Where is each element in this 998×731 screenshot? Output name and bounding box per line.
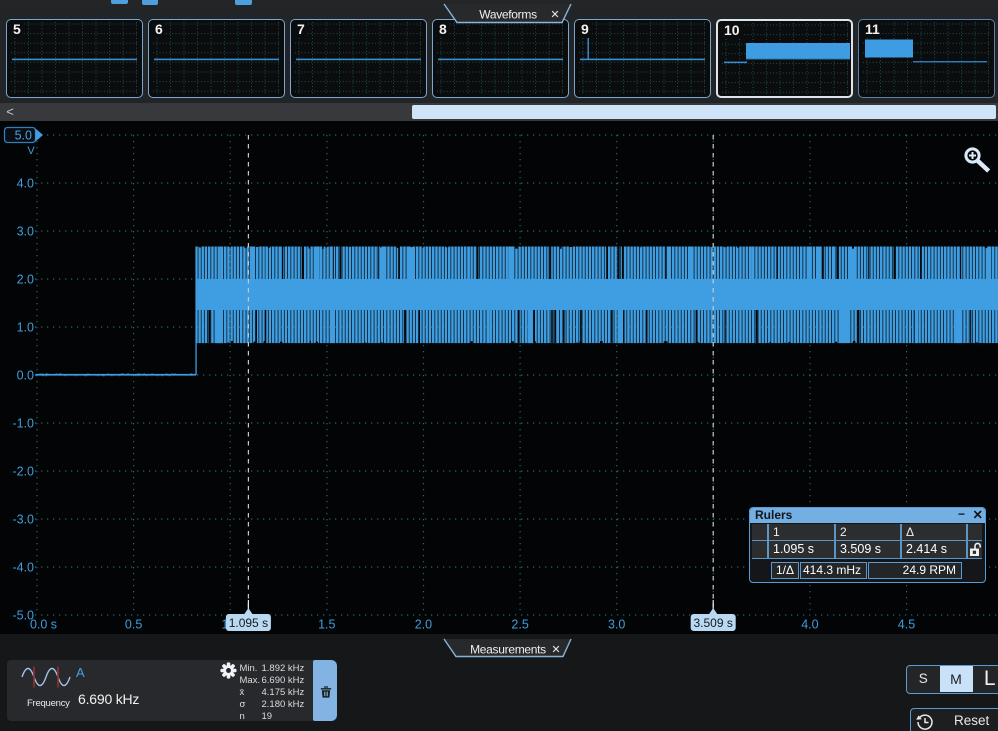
svg-text:0.0: 0.0 [17,369,34,383]
svg-text:Measurements: Measurements [470,643,546,657]
svg-text:3.509 s: 3.509 s [694,616,733,630]
svg-text:✕: ✕ [551,644,560,656]
svg-text:4.0: 4.0 [801,618,818,632]
svg-text:0.0 s: 0.0 s [30,618,57,632]
svg-text:-1.0: -1.0 [12,417,34,431]
svg-text:Waveforms: Waveforms [479,8,537,22]
svg-text:2.0: 2.0 [415,618,432,632]
svg-text:3.0: 3.0 [17,225,34,239]
svg-text:1.5: 1.5 [318,618,335,632]
svg-text:3.0: 3.0 [608,618,625,632]
svg-text:5.0: 5.0 [15,129,32,143]
svg-text:✕: ✕ [550,9,559,21]
svg-text:1.0: 1.0 [17,321,34,335]
svg-text:2.0: 2.0 [17,273,34,287]
svg-text:2.5: 2.5 [511,618,528,632]
svg-text:-3.0: -3.0 [12,513,34,527]
svg-text:0.5: 0.5 [125,618,142,632]
svg-text:1.095 s: 1.095 s [229,616,268,630]
svg-text:-2.0: -2.0 [12,465,34,479]
svg-text:4.0: 4.0 [17,177,34,191]
svg-text:V: V [27,145,35,157]
svg-text:-4.0: -4.0 [12,561,34,575]
svg-text:4.5: 4.5 [898,618,915,632]
